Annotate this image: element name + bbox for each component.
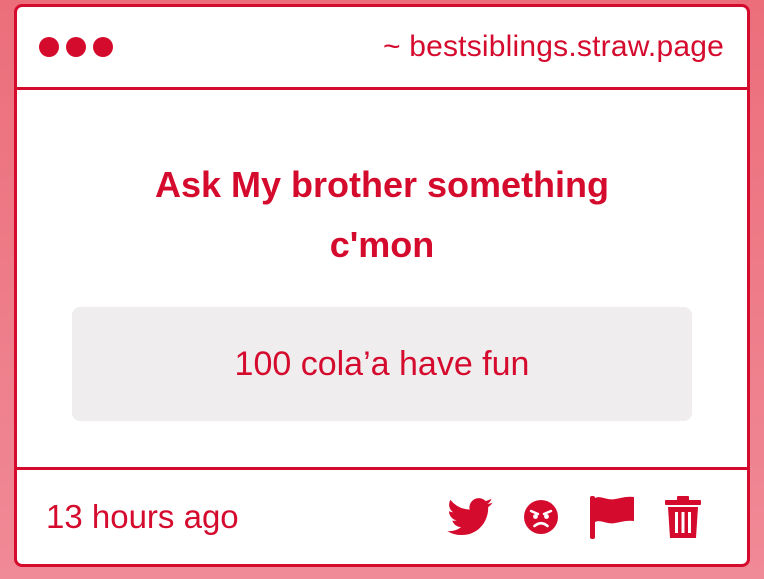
react-angry-button[interactable] <box>523 499 559 535</box>
window-dot <box>39 37 59 57</box>
question-card: ~ bestsiblings.straw.page Ask My brother… <box>14 4 750 567</box>
card-body: Ask My brother something c'mon 100 cola’… <box>17 90 747 470</box>
window-dots <box>39 37 113 57</box>
title-bar: ~ bestsiblings.straw.page <box>17 7 747 90</box>
trash-icon <box>665 496 701 538</box>
report-flag-button[interactable] <box>589 495 635 539</box>
timestamp: 13 hours ago <box>46 498 239 535</box>
card-footer: 13 hours ago <box>17 470 747 564</box>
twitter-icon <box>447 498 493 536</box>
page-url: ~ bestsiblings.straw.page <box>382 30 724 63</box>
share-twitter-button[interactable] <box>447 498 493 536</box>
answer-text: 100 cola’a have fun <box>234 344 530 383</box>
answer-box: 100 cola’a have fun <box>72 307 692 421</box>
flag-icon <box>590 496 634 539</box>
angry-face-icon <box>524 500 558 534</box>
delete-button[interactable] <box>665 496 701 538</box>
action-icons <box>447 495 701 539</box>
window-dot <box>66 37 86 57</box>
question-text: Ask My brother something c'mon <box>154 164 610 265</box>
window-dot <box>93 37 113 57</box>
